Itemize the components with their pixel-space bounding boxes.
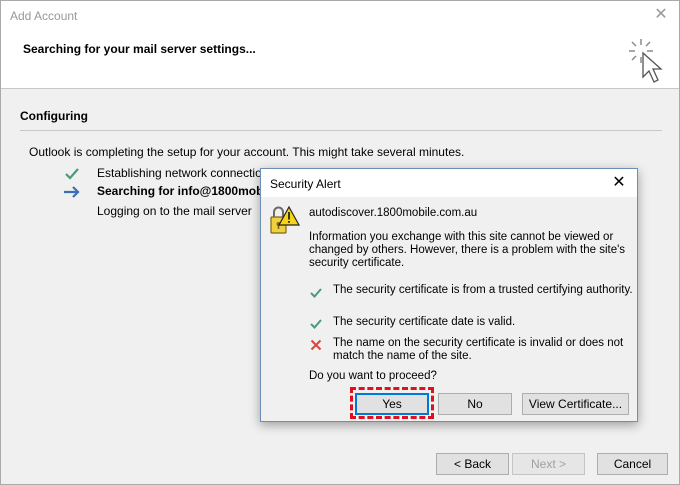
check-icon bbox=[65, 168, 79, 180]
cancel-button[interactable]: Cancel bbox=[597, 453, 668, 475]
no-button[interactable]: No bbox=[438, 393, 512, 415]
check-icon bbox=[310, 288, 322, 298]
next-button[interactable]: Next > bbox=[512, 453, 585, 475]
check-icon bbox=[310, 319, 322, 329]
dialog-title: Security Alert bbox=[270, 177, 341, 191]
window-close-icon[interactable]: ✕ bbox=[651, 5, 671, 25]
error-x-icon bbox=[310, 339, 322, 351]
intro-text: Outlook is completing the setup for your… bbox=[29, 145, 465, 159]
security-warning-icon bbox=[270, 205, 300, 234]
step-establishing: Establishing network connection bbox=[97, 166, 269, 180]
busy-cursor-icon bbox=[629, 39, 663, 83]
step-logging-on: Logging on to the mail server bbox=[97, 204, 252, 218]
arrow-right-icon bbox=[64, 186, 80, 198]
security-alert-dialog: Security Alert ✕ autodiscover.1800mobile… bbox=[260, 168, 638, 422]
view-certificate-button[interactable]: View Certificate... bbox=[522, 393, 629, 415]
header-band: Searching for your mail server settings.… bbox=[1, 31, 679, 89]
dialog-close-icon[interactable]: ✕ bbox=[609, 173, 629, 193]
cert-check-authority: The security certificate is from a trust… bbox=[333, 284, 633, 296]
section-title: Configuring bbox=[20, 109, 88, 123]
window-title: Add Account bbox=[10, 9, 78, 23]
cert-check-date: The security certificate date is valid. bbox=[333, 316, 516, 328]
dialog-titlebar: Security Alert ✕ bbox=[261, 169, 637, 197]
window-titlebar: Add Account ✕ bbox=[1, 1, 679, 31]
yes-highlight-annotation bbox=[350, 387, 434, 419]
back-button[interactable]: < Back bbox=[436, 453, 509, 475]
page-heading: Searching for your mail server settings.… bbox=[23, 42, 256, 56]
section-divider bbox=[20, 130, 662, 131]
dialog-question: Do you want to proceed? bbox=[309, 370, 437, 382]
cert-check-name: The name on the security certificate is … bbox=[333, 337, 624, 362]
dialog-message: Information you exchange with this site … bbox=[309, 231, 626, 269]
dialog-host: autodiscover.1800mobile.com.au bbox=[309, 207, 478, 219]
